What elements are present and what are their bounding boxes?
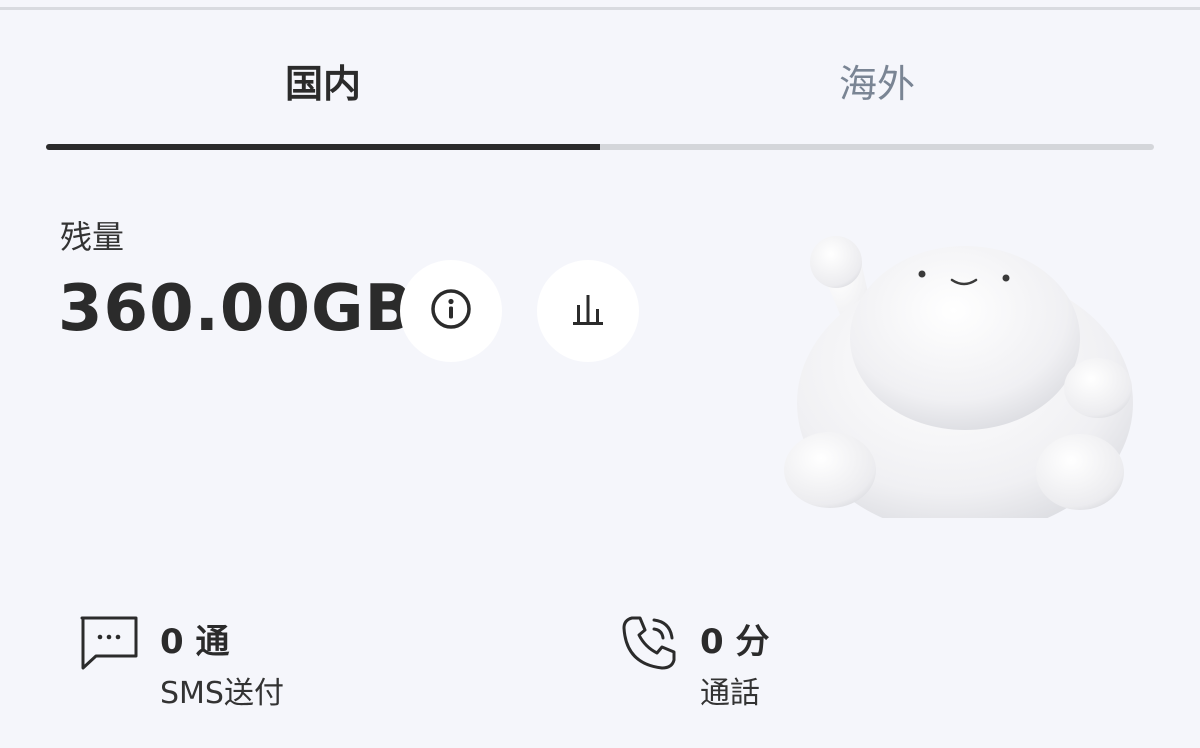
bar-chart-icon — [566, 287, 610, 335]
phone-call-icon — [618, 612, 680, 678]
tab-overseas[interactable]: 海外 — [600, 40, 1154, 150]
remaining-label: 残量 — [60, 218, 125, 256]
sms-label: SMS送付 — [160, 676, 284, 711]
region-tabs: 国内 海外 — [46, 40, 1154, 150]
info-button[interactable] — [400, 260, 502, 362]
call-minutes: 0 分 — [700, 622, 770, 662]
sms-count: 0 通 — [160, 622, 230, 662]
call-label: 通話 — [700, 676, 760, 711]
tab-active-indicator — [46, 144, 600, 150]
mascot-illustration — [780, 228, 1140, 535]
remaining-data-value: 360.00GB — [58, 272, 415, 346]
info-icon — [429, 287, 473, 335]
usage-chart-button[interactable] — [537, 260, 639, 362]
top-divider — [0, 0, 1200, 10]
tab-domestic[interactable]: 国内 — [46, 40, 600, 150]
message-icon — [78, 614, 140, 676]
